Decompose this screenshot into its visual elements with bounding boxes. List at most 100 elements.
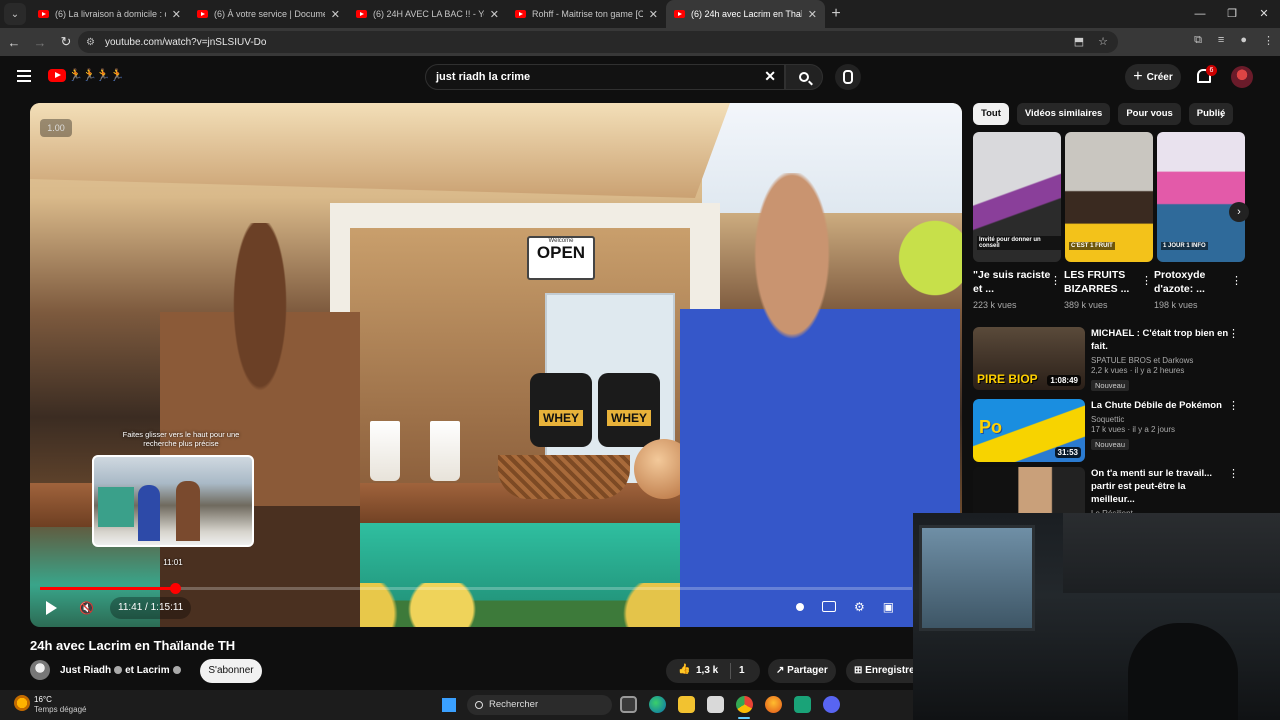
close-tab-icon[interactable]: ✕ [490, 8, 499, 21]
video-title[interactable]: MICHAEL : C'était trop bien en fait. [1091, 327, 1231, 353]
settings-gear-icon[interactable]: ⚙ [854, 600, 865, 614]
preview-person [176, 481, 200, 541]
weather-widget[interactable]: 16°C Temps dégagé [34, 695, 86, 715]
browser-tab[interactable]: (6) La livraison à domicile : de l' ✕ [30, 0, 189, 28]
browser-tab[interactable]: Rohff - Maitrise ton game [Clip ✕ [507, 0, 666, 28]
video-title[interactable]: On t'a menti sur le travail... partir es… [1091, 467, 1231, 506]
recommended-video[interactable]: Po 31:53 La Chute Débile de Pokémon Soque… [973, 399, 1243, 463]
channel-avatar[interactable] [30, 660, 50, 680]
miniplayer-icon[interactable]: ▣ [883, 600, 894, 614]
short-title[interactable]: LES FRUITS BIZARRES ... [1064, 268, 1152, 298]
browser-menu-icon[interactable]: ⋮ [1263, 34, 1274, 47]
chip-all[interactable]: Tout [973, 103, 1009, 125]
media-controls-icon[interactable]: ≡ [1218, 34, 1224, 47]
back-icon[interactable]: ← [2, 35, 26, 50]
edge-icon[interactable] [649, 696, 666, 713]
address-bar[interactable]: ⚙ youtube.com/watch?v=jnSLSIUV-Do ⬒ ☆ [78, 31, 1118, 53]
profile-icon[interactable]: ● [1240, 34, 1247, 47]
recommended-video[interactable]: PIRE BIOP 1:08:49 MICHAEL : C'était trop … [973, 327, 1243, 391]
clear-search-icon[interactable]: ✕ [764, 68, 776, 85]
channel-names[interactable]: Just Riadh et Lacrim [60, 665, 184, 676]
youtube-logo-icon[interactable] [48, 69, 66, 82]
share-button[interactable]: ↗ Partager [768, 659, 836, 683]
file-explorer-icon[interactable] [678, 696, 695, 713]
install-app-icon[interactable]: ⬒ [1074, 35, 1084, 48]
more-options-icon[interactable]: ⋮ [1228, 327, 1239, 340]
browser-tab-active[interactable]: (6) 24h avec Lacrim en Thaïlan ✕ [666, 0, 825, 28]
channel-name[interactable]: et Lacrim [125, 665, 169, 676]
more-options-icon[interactable]: ⋮ [1050, 274, 1061, 287]
short-title[interactable]: "Je suis raciste et ... [973, 268, 1061, 298]
channel-name[interactable]: Soquettic [1091, 415, 1231, 424]
url-text: youtube.com/watch?v=jnSLSIUV-Do [104, 36, 267, 48]
discord-icon[interactable] [823, 696, 840, 713]
close-tab-icon[interactable]: ✕ [172, 8, 181, 21]
shorts-next-icon[interactable]: › [1229, 202, 1249, 222]
play-icon[interactable] [46, 601, 57, 615]
more-options-icon[interactable]: ⋮ [1228, 467, 1239, 480]
mute-icon[interactable]: 🔇 [79, 601, 94, 615]
tab-search-button[interactable]: ⌄ [4, 3, 26, 25]
close-tab-icon[interactable]: ✕ [649, 8, 658, 21]
create-button[interactable]: + Créer [1125, 64, 1181, 90]
like-thumb-icon[interactable]: 👍 [678, 664, 690, 675]
forward-icon[interactable]: → [28, 35, 52, 50]
chip-for-you[interactable]: Pour vous [1118, 103, 1181, 125]
reload-icon[interactable]: ↻ [54, 34, 78, 50]
more-options-icon[interactable]: ⋮ [1231, 274, 1242, 287]
short-thumbnail[interactable]: C'EST 1 FRUIT [1065, 132, 1153, 262]
site-info-icon[interactable]: ⚙ [86, 37, 95, 48]
new-tab-button[interactable]: + [825, 5, 847, 23]
like-count[interactable]: 1,3 k [696, 665, 718, 676]
short-thumbnail[interactable]: 1 JOUR 1 INFO [1157, 132, 1245, 262]
browser-tab[interactable]: (6) À votre service | Documenta ✕ [189, 0, 348, 28]
progress-bar-played [40, 587, 176, 590]
save-button[interactable]: ⊞ Enregistrer [846, 659, 914, 683]
shorts-shelf: Invité pour donner un conseil C'EST 1 FR… [973, 132, 1245, 262]
taskbar-search[interactable]: Rechercher [467, 695, 612, 715]
browser-tab[interactable]: (6) 24H AVEC LA BAC !! - YouTu ✕ [348, 0, 507, 28]
windows-start-icon[interactable] [442, 698, 456, 712]
doodle-icon[interactable]: 🏃🏃🏃🏃 [68, 68, 125, 82]
dislike-count[interactable]: 1 [739, 665, 745, 676]
close-tab-icon[interactable]: ✕ [808, 8, 817, 21]
bookmark-star-icon[interactable]: ☆ [1098, 35, 1108, 48]
subscribe-button[interactable]: S'abonner [200, 659, 262, 683]
voice-search-icon[interactable] [835, 64, 861, 90]
video-thumbnail[interactable]: Po 31:53 [973, 399, 1085, 462]
chrome-icon[interactable] [736, 696, 753, 713]
short-title[interactable]: Protoxyde d'azote: ... [1154, 268, 1242, 298]
chevron-right-icon[interactable]: › [1220, 108, 1224, 122]
divider [730, 663, 731, 679]
subtitles-icon[interactable] [822, 601, 836, 612]
maximize-icon[interactable]: ❐ [1216, 0, 1248, 28]
store-icon[interactable] [707, 696, 724, 713]
video-title[interactable]: La Chute Débile de Pokémon [1091, 399, 1231, 412]
extensions-icon[interactable]: ⧉ [1194, 34, 1202, 47]
like-dislike-group: 👍 1,3 k 1 [666, 659, 760, 683]
video-thumbnail[interactable]: PIRE BIOP 1:08:49 [973, 327, 1085, 390]
channel-name[interactable]: SPATULE BROS et Darkows [1091, 356, 1231, 365]
minimize-icon[interactable]: — [1184, 0, 1216, 28]
weather-sun-icon[interactable] [14, 695, 30, 711]
short-thumbnail[interactable]: Invité pour donner un conseil [973, 132, 1061, 262]
app-icon[interactable] [794, 696, 811, 713]
close-tab-icon[interactable]: ✕ [331, 8, 340, 21]
close-window-icon[interactable]: ✕ [1248, 0, 1280, 28]
autoplay-toggle-icon[interactable] [796, 603, 804, 611]
search-input[interactable]: just riadh la crime ✕ [425, 64, 785, 90]
more-options-icon[interactable]: ⋮ [1228, 399, 1239, 412]
short-info: LES FRUITS BIZARRES ... 389 k vues ⋮ [1064, 268, 1152, 310]
search-button[interactable] [785, 64, 823, 90]
channel-name[interactable]: Just Riadh [60, 665, 111, 676]
task-view-icon[interactable] [620, 696, 637, 713]
chip-published[interactable]: Publié [1188, 103, 1233, 125]
more-options-icon[interactable]: ⋮ [1141, 274, 1152, 287]
firefox-icon[interactable] [765, 696, 782, 713]
video-info: MICHAEL : C'était trop bien en fait. SPA… [1091, 327, 1231, 393]
account-avatar[interactable] [1231, 66, 1253, 88]
video-player[interactable]: Welcome OPEN WHEY WHEY [30, 103, 962, 627]
chip-similar[interactable]: Vidéos similaires [1016, 103, 1111, 125]
progress-bar[interactable] [40, 583, 912, 594]
menu-icon[interactable] [17, 70, 31, 82]
